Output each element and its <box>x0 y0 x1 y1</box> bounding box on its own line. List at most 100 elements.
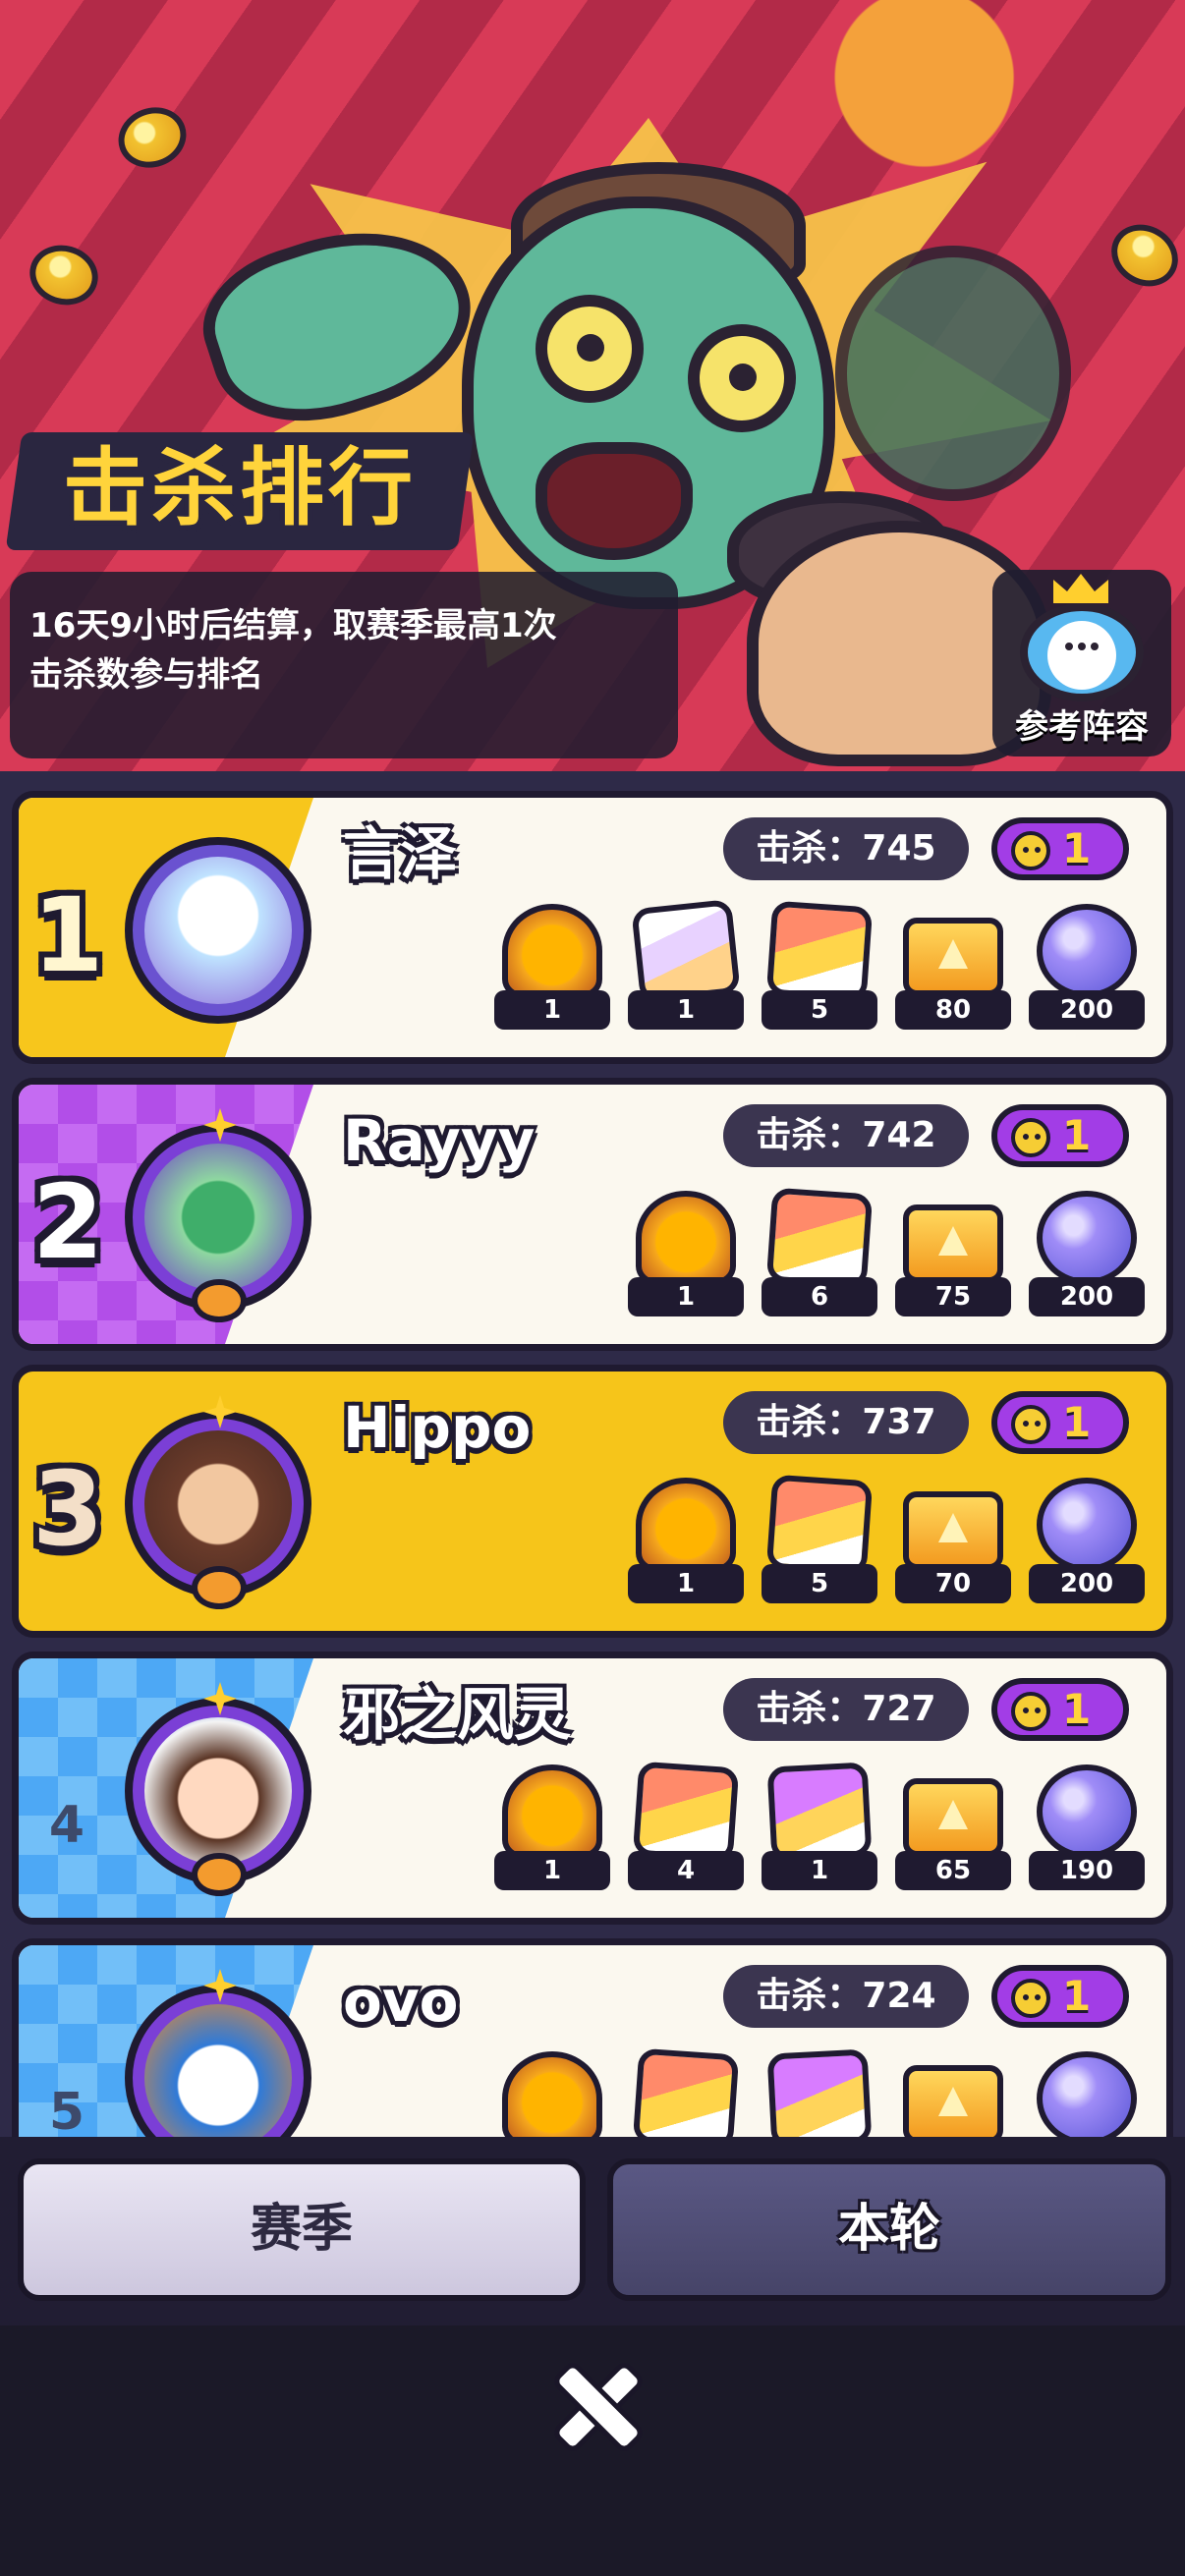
kill-count: 击杀：742 <box>723 1104 969 1167</box>
reward-item[interactable]: 4 <box>628 1761 744 1890</box>
reward-item[interactable]: 6 <box>762 1187 877 1316</box>
level-value: 1 <box>1062 824 1092 872</box>
reference-lineup-button[interactable]: 参考阵容 <box>992 570 1171 756</box>
crown-icon <box>1053 574 1108 603</box>
reward-item[interactable]: 1 <box>494 1764 610 1890</box>
crystal-orb-icon <box>1037 904 1137 998</box>
skull-icon <box>1011 1405 1050 1444</box>
reward-count: 200 <box>1029 1564 1145 1603</box>
reward-count: 1 <box>628 990 744 1030</box>
crystal-orb-icon <box>1037 2051 1137 2137</box>
player-avatar-image <box>144 1717 292 1865</box>
reward-item[interactable] <box>895 2051 1011 2137</box>
crystal-orb-icon <box>1037 1478 1137 1572</box>
ranking-row[interactable]: 1 言泽 击杀：745 1 1 1 5 80 200 <box>12 791 1173 1064</box>
reward-item[interactable]: 1 <box>628 898 744 1030</box>
level-value: 1 <box>1062 1972 1092 2020</box>
reward-item[interactable]: 1 <box>628 1478 744 1603</box>
reference-lineup-label: 参考阵容 <box>1015 707 1149 747</box>
player-name: 言泽 <box>343 820 458 887</box>
avatar[interactable] <box>125 1108 311 1322</box>
ranking-row[interactable]: 5 ovo 击杀：724 1 <box>12 1938 1173 2137</box>
reward-item[interactable]: 200 <box>1029 904 1145 1030</box>
gold-ticket-icon <box>903 1204 1003 1283</box>
reward-item[interactable]: 5 <box>762 900 877 1030</box>
ranking-row[interactable]: 4 邪之风灵 击杀：727 1 1 4 1 65 190 <box>12 1652 1173 1925</box>
skull-icon <box>1011 1979 1050 2018</box>
avatar[interactable] <box>125 1395 311 1609</box>
background-zombie-illustration <box>835 246 1071 501</box>
reward-count: 190 <box>1029 1851 1145 1890</box>
reward-count: 80 <box>895 990 1011 1030</box>
description-text: 16天9小时后结算，取赛季最高1次 击杀数参与排名 <box>29 606 557 695</box>
reward-item[interactable]: 1 <box>628 1191 744 1316</box>
reward-item[interactable] <box>1029 2051 1145 2137</box>
reward-item[interactable]: 70 <box>895 1478 1011 1603</box>
zombie-eye <box>536 295 644 403</box>
reward-count: 1 <box>628 1277 744 1316</box>
ranking-row[interactable]: 3 Hippo 击杀：737 1 1 5 70 200 <box>12 1365 1173 1638</box>
reward-item[interactable] <box>494 2051 610 2137</box>
reward-count: 200 <box>1029 1277 1145 1316</box>
ranking-list[interactable]: 1 言泽 击杀：745 1 1 1 5 80 200 2 Rayyy 击杀：74… <box>0 771 1185 2137</box>
reward-list <box>494 2047 1145 2137</box>
level-value: 1 <box>1062 1685 1092 1733</box>
reward-count: 200 <box>1029 990 1145 1030</box>
reward-item[interactable]: 65 <box>895 1764 1011 1890</box>
rank-number: 3 <box>32 1449 104 1569</box>
reward-item[interactable]: 75 <box>895 1191 1011 1316</box>
character-card-icon <box>631 898 741 1004</box>
red-card-pack-icon <box>765 900 874 1002</box>
close-icon[interactable] <box>545 2355 640 2449</box>
reward-count: 1 <box>494 990 610 1030</box>
gold-ticket-icon <box>903 1491 1003 1570</box>
reward-item[interactable] <box>628 2047 744 2137</box>
reward-item[interactable]: 200 <box>1029 1191 1145 1316</box>
reward-item[interactable]: 1 <box>494 904 610 1030</box>
reward-item[interactable]: 200 <box>1029 1478 1145 1603</box>
reward-count: 70 <box>895 1564 1011 1603</box>
gold-ticket-icon <box>903 1778 1003 1857</box>
purple-card-pack-icon <box>766 1762 873 1862</box>
rank-number: 1 <box>32 875 104 995</box>
ranking-row[interactable]: 2 Rayyy 击杀：742 1 1 6 75 200 <box>12 1078 1173 1351</box>
reward-item[interactable]: 80 <box>895 904 1011 1030</box>
reward-item[interactable]: 190 <box>1029 1764 1145 1890</box>
reward-count: 1 <box>762 1851 877 1890</box>
skull-icon <box>1011 1692 1050 1731</box>
candy-icon <box>23 237 105 313</box>
pumpkin-badge-icon <box>192 1853 247 1896</box>
reward-count: 1 <box>628 1564 744 1603</box>
avatar[interactable] <box>125 837 311 1024</box>
avatar-frame-icon <box>636 1191 736 1285</box>
crystal-orb-icon <box>1037 1764 1137 1859</box>
level-badge: 1 <box>991 1104 1129 1167</box>
reward-count: 5 <box>762 1564 877 1603</box>
gold-ticket-icon <box>903 918 1003 996</box>
tab-current-round[interactable]: 本轮 <box>607 2158 1171 2301</box>
avatar[interactable] <box>125 1682 311 1896</box>
page-title: 击杀排行 <box>63 439 417 537</box>
red-card-pack-icon <box>765 1187 874 1289</box>
rank-number: 4 <box>48 1796 85 1855</box>
skull-icon <box>1011 831 1050 870</box>
reward-item[interactable]: 5 <box>762 1474 877 1603</box>
rank-number: 5 <box>48 2083 85 2137</box>
kill-count: 击杀：724 <box>723 1965 969 2028</box>
reward-count: 4 <box>628 1851 744 1890</box>
kill-count: 击杀：737 <box>723 1391 969 1454</box>
reward-count: 6 <box>762 1277 877 1316</box>
avatar-frame-icon <box>502 1764 602 1859</box>
footer <box>0 2325 1185 2576</box>
level-badge: 1 <box>991 1678 1129 1741</box>
reward-list: 1 6 75 200 <box>628 1187 1145 1318</box>
player-avatar-image <box>144 1430 292 1578</box>
reward-item[interactable]: 1 <box>762 1762 877 1890</box>
tab-season[interactable]: 赛季 <box>18 2158 586 2301</box>
reward-item[interactable] <box>762 2048 877 2137</box>
level-value: 1 <box>1062 1111 1092 1159</box>
player-avatar-image <box>144 2004 292 2137</box>
rank-number: 2 <box>32 1162 104 1282</box>
level-badge: 1 <box>991 817 1129 880</box>
gold-ticket-icon <box>903 2065 1003 2137</box>
